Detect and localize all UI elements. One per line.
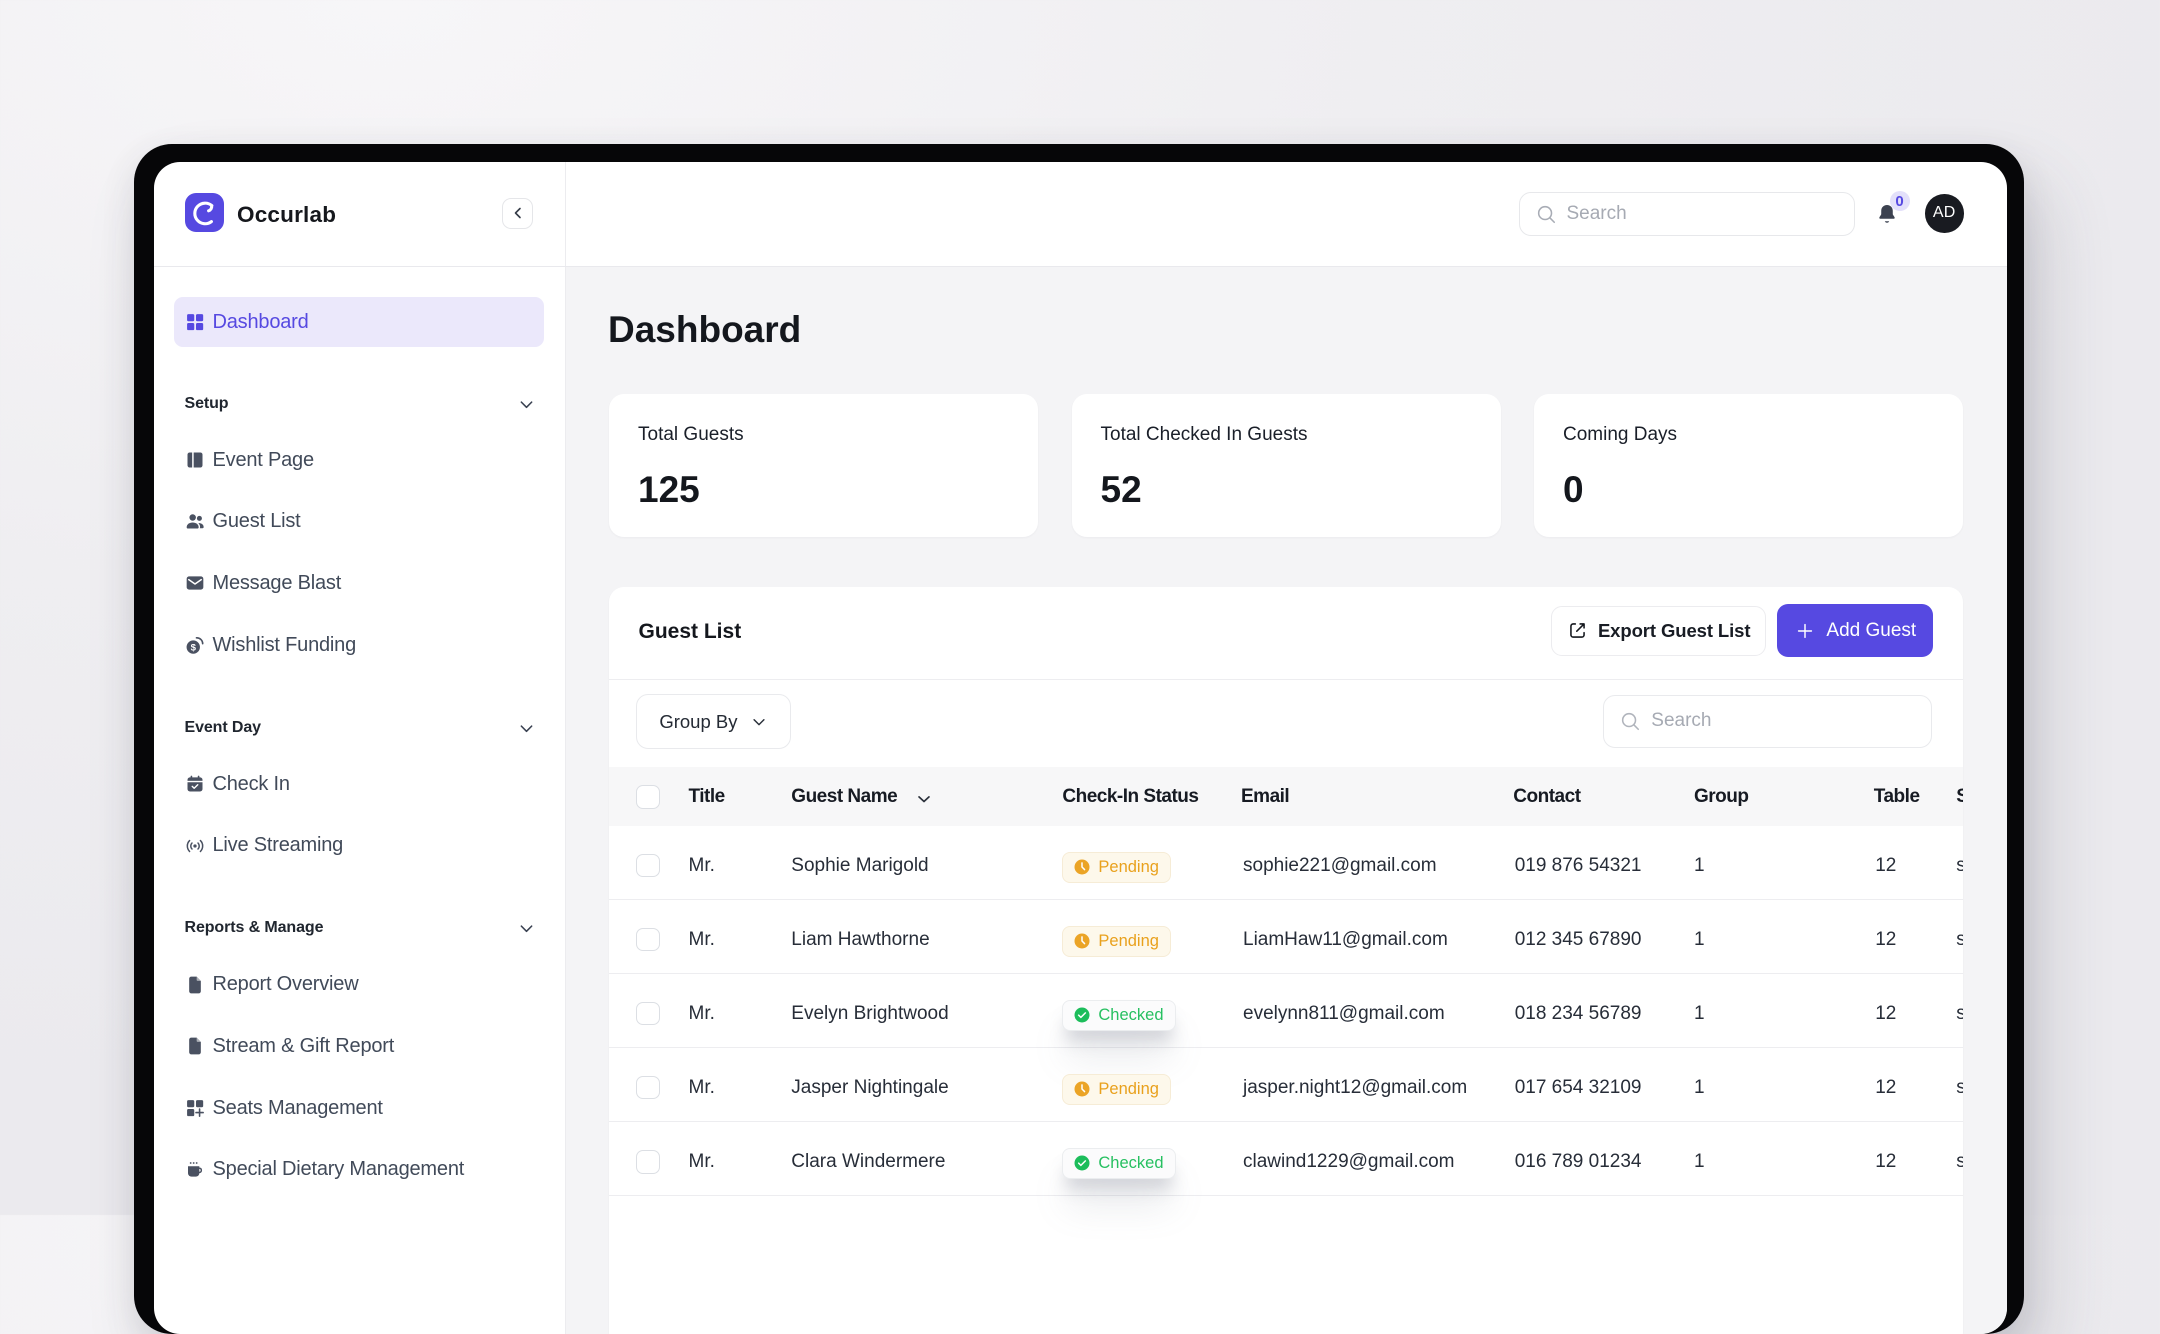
svg-text:$: $ bbox=[190, 643, 196, 654]
